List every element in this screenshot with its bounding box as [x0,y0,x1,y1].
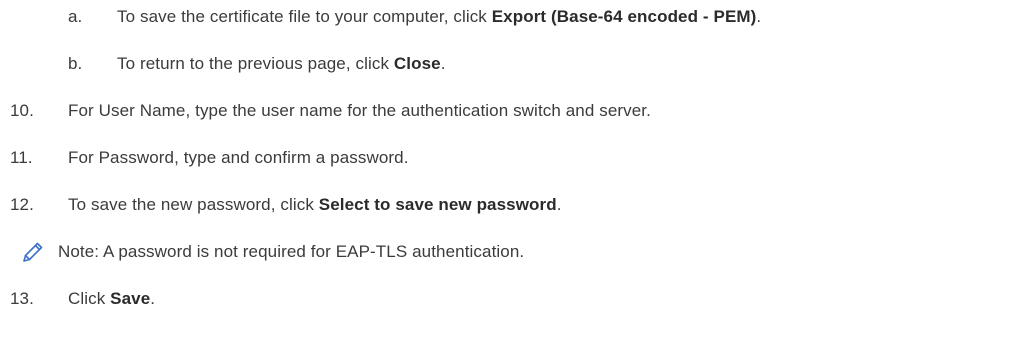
note-text: Note: A password is not required for EAP… [58,242,525,261]
step-text-after: . [150,289,156,308]
sub-step-text-before: To save the certificate file to your com… [117,7,492,26]
ui-term-select-to-save: Select to save new password [318,195,557,214]
sub-step-marker: b. [68,54,83,73]
ui-term-export: Export (Base-64 encoded - PEM) [491,7,757,26]
ui-term-close: Close [393,54,441,73]
step-text-before: For User Name, type the user name for th… [68,101,651,120]
sub-step-text-before: To return to the previous page, click [117,54,394,73]
step-text: To save the new password, click Select t… [68,194,562,216]
step-number: 10. [10,101,34,120]
sub-step-text: To return to the previous page, click Cl… [117,53,446,75]
pencil-icon [20,239,46,265]
step-number: 12. [10,195,34,214]
sub-step-text-after: . [440,54,446,73]
step-text-before: To save the new password, click [68,195,319,214]
sub-step-text-after: . [756,7,762,26]
step-text-before: For Password, type and confirm a passwor… [68,148,409,167]
sub-step-marker: a. [68,7,83,26]
sub-step-text: To save the certificate file to your com… [117,6,761,28]
step-text-before: Click [68,289,111,308]
step-number: 11. [10,148,33,167]
ui-term-save: Save [110,289,151,308]
step-text: For User Name, type the user name for th… [68,100,651,122]
step-text: Click Save. [68,288,155,310]
step-number: 13. [10,289,34,308]
document-page: a. To save the certificate file to your … [0,0,1033,351]
step-text-after: . [556,195,562,214]
step-text: For Password, type and confirm a passwor… [68,147,409,169]
